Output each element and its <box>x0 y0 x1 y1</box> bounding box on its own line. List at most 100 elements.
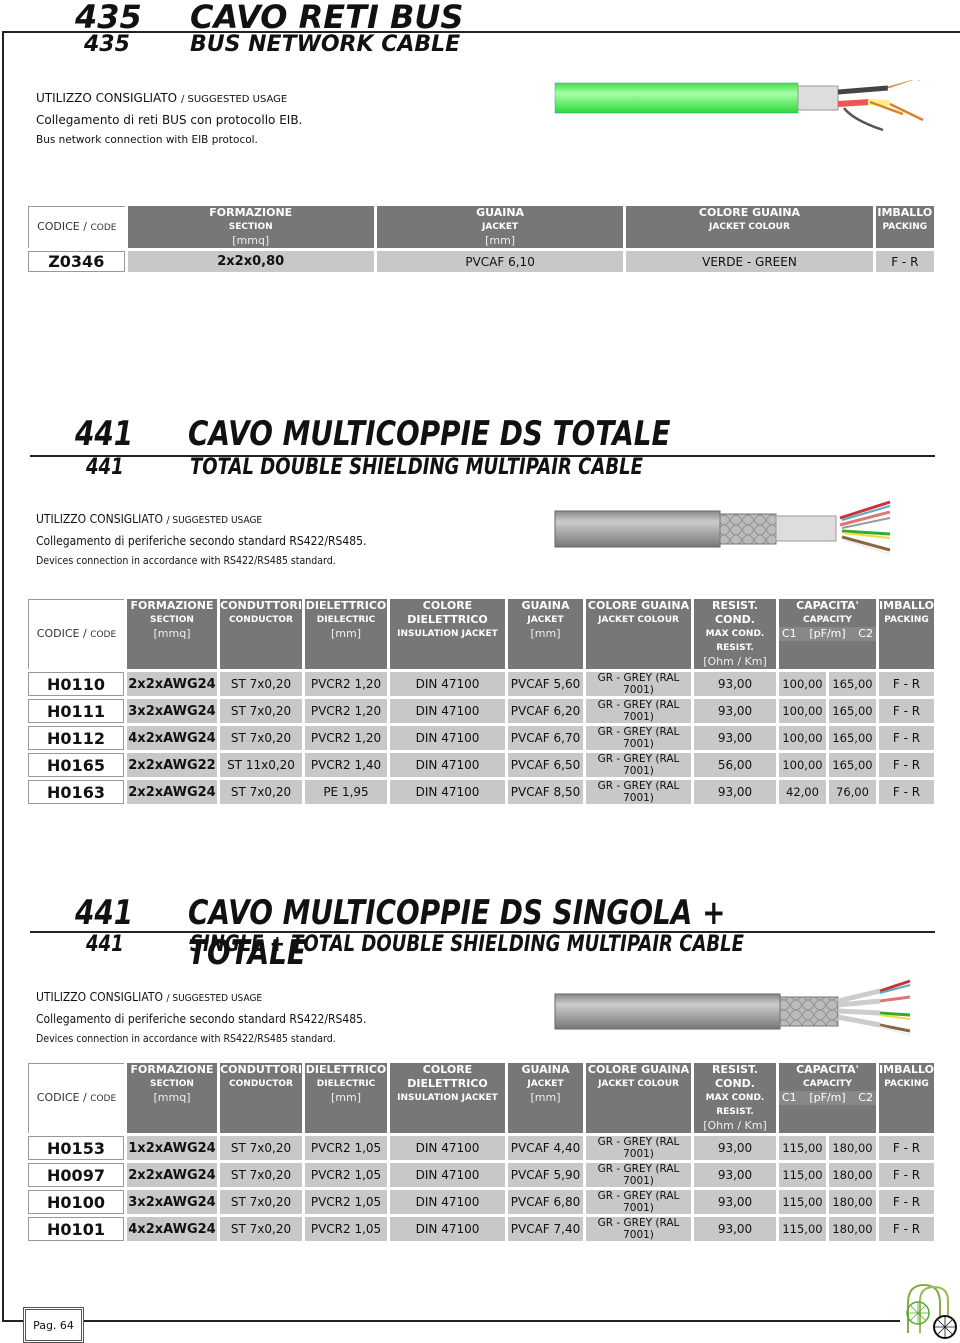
cell-jacket: PVCAF 5,60 <box>508 672 583 696</box>
cell-dielectric: PVCR2 1,20 <box>305 699 387 723</box>
cell-jacket: PVCAF 6,50 <box>508 753 583 777</box>
table-row: Z0346 2x2x0,80 PVCAF 6,10 VERDE - GREEN … <box>28 251 934 272</box>
cell-section: 2x2xAWG24 <box>127 780 217 804</box>
header-packing: IMBALLO PACKING <box>875 206 934 248</box>
usage-label-en: / SUGGESTED USAGE <box>166 993 263 1004</box>
cell-packing: F - R <box>879 1163 934 1187</box>
cell-dielectric: PVCR2 1,05 <box>305 1163 387 1187</box>
cell-insulation: DIN 47100 <box>390 780 505 804</box>
cell-packing: F - R <box>879 1190 934 1214</box>
cell-jacket-colour: GR - GREY (RAL 7001) <box>586 1190 691 1214</box>
cell-jacket: PVCAF 8,50 <box>508 780 583 804</box>
page-frame-left <box>2 31 4 1320</box>
cell-resistance: 93,00 <box>694 1190 776 1214</box>
cell-jacket-colour: GR - GREY (RAL 7001) <box>586 780 691 804</box>
company-logo-icon <box>906 1283 957 1339</box>
cell-packing: F - R <box>879 780 934 804</box>
section-435-title-en: BUS NETWORK CABLE <box>190 32 461 57</box>
header-capacity: CAPACITA' CAPACITY C1 [pF/m] C2 <box>779 1063 876 1133</box>
header-jacket-colour: COLORE GUAINA JACKET COLOUR <box>586 599 691 669</box>
cell-conductor: ST 7x0,20 <box>220 1190 302 1214</box>
table-row: H0101 4x2xAWG24 ST 7x0,20 PVCR2 1,05 DIN 471… <box>28 1217 934 1241</box>
cell-packing: F - R <box>879 753 934 777</box>
header-conductor: CONDUTTORI CONDUCTOR <box>220 1063 302 1133</box>
cell-capacity-c1: 115,00 <box>779 1217 826 1241</box>
cell-section: 2x2x0,80 <box>127 251 374 272</box>
header-jacket: GUAINA JACKET [mm] <box>508 599 583 669</box>
product-code: H0110 <box>28 672 124 696</box>
cell-dielectric: PVCR2 1,05 <box>305 1136 387 1160</box>
header-insulation: COLORE DIELETTRICO INSULATION JACKET <box>390 1063 505 1133</box>
cell-section: 3x2xAWG24 <box>127 1190 217 1214</box>
section-441a-table: CODICE / CODE FORMAZIONE SECTION [mmq] CON… <box>25 596 937 807</box>
cell-conductor: ST 7x0,20 <box>220 1217 302 1241</box>
cell-insulation: DIN 47100 <box>390 753 505 777</box>
product-code: Z0346 <box>28 251 125 272</box>
cell-capacity-c2: 180,00 <box>828 1136 876 1160</box>
table-row: H0163 2x2xAWG24 ST 7x0,20 PE 1,95 DIN 47100 P… <box>28 780 934 804</box>
header-resistance: RESIST. COND. MAX COND. RESIST. [Ohm / Km] <box>694 1063 776 1133</box>
section-441b-title-en: SINGLE + TOTAL DOUBLE SHIELDING MULTIPAI… <box>190 932 744 957</box>
usage-label-it: UTILIZZO CONSIGLIATO <box>36 91 178 105</box>
cell-insulation: DIN 47100 <box>390 726 505 750</box>
cell-capacity-c2: 165,00 <box>828 726 876 750</box>
header-dielectric: DIELETTRICO DIELECTRIC [mm] <box>305 1063 387 1133</box>
cell-jacket: PVCAF 6,10 <box>376 251 624 272</box>
cell-jacket: PVCAF 6,70 <box>508 726 583 750</box>
cell-packing: F - R <box>879 726 934 750</box>
cell-resistance: 93,00 <box>694 1217 776 1241</box>
cell-jacket: PVCAF 6,20 <box>508 699 583 723</box>
cell-colour: VERDE - GREEN <box>626 251 873 272</box>
header-packing: IMBALLO PACKING <box>879 599 934 669</box>
green-bus-cable-icon <box>554 80 924 132</box>
usage-label-en: / SUGGESTED USAGE <box>166 515 263 526</box>
page-number: Pag. 64 <box>23 1307 84 1343</box>
header-jacket-colour: COLORE GUAINA JACKET COLOUR <box>626 206 873 248</box>
product-code: H0097 <box>28 1163 124 1187</box>
cell-packing: F - R <box>879 1217 934 1241</box>
cell-conductor: ST 7x0,20 <box>220 672 302 696</box>
table-row: H0110 2x2xAWG24 ST 7x0,20 PVCR2 1,20 DIN 471… <box>28 672 934 696</box>
product-code: H0153 <box>28 1136 124 1160</box>
cell-resistance: 56,00 <box>694 753 776 777</box>
cell-capacity-c1: 100,00 <box>779 753 826 777</box>
usage-text-it: Collegamento di periferiche secondo stan… <box>36 1012 367 1026</box>
cell-jacket-colour: GR - GREY (RAL 7001) <box>586 1163 691 1187</box>
usage-text-en: Devices connection in accordance with RS… <box>36 555 336 567</box>
product-code: H0165 <box>28 753 124 777</box>
grey-shielded-multipair-cable-icon <box>554 500 891 555</box>
cell-section: 1x2xAWG24 <box>127 1136 217 1160</box>
usage-label: UTILIZZO CONSIGLIATO / SUGGESTED USAGE <box>36 987 366 1009</box>
cell-capacity-c2: 180,00 <box>828 1163 876 1187</box>
cell-conductor: ST 7x0,20 <box>220 699 302 723</box>
cell-jacket-colour: GR - GREY (RAL 7001) <box>586 699 691 723</box>
cell-jacket-colour: GR - GREY (RAL 7001) <box>586 726 691 750</box>
header-section: FORMAZIONE SECTION [mmq] <box>127 599 217 669</box>
table-row: H0100 3x2xAWG24 ST 7x0,20 PVCR2 1,05 DIN 471… <box>28 1190 934 1214</box>
cell-insulation: DIN 47100 <box>390 1136 505 1160</box>
cell-resistance: 93,00 <box>694 699 776 723</box>
section-441a-number: 441 <box>75 414 134 454</box>
usage-label: UTILIZZO CONSIGLIATO / SUGGESTED USAGE <box>36 88 302 110</box>
cell-dielectric: PVCR2 1,20 <box>305 672 387 696</box>
cell-capacity-c1: 115,00 <box>779 1163 826 1187</box>
cell-packing: F - R <box>879 699 934 723</box>
section-441b-number-en: 441 <box>86 932 124 957</box>
cell-dielectric: PVCR2 1,40 <box>305 753 387 777</box>
cell-jacket: PVCAF 4,40 <box>508 1136 583 1160</box>
cell-packing: F - R <box>875 251 934 272</box>
cell-conductor: ST 7x0,20 <box>220 1136 302 1160</box>
section-441b-usage: UTILIZZO CONSIGLIATO / SUGGESTED USAGE C… <box>36 987 366 1049</box>
cell-jacket: PVCAF 5,90 <box>508 1163 583 1187</box>
section-435-usage: UTILIZZO CONSIGLIATO / SUGGESTED USAGE C… <box>36 88 302 150</box>
header-insulation: COLORE DIELETTRICO INSULATION JACKET <box>390 599 505 669</box>
cell-jacket: PVCAF 6,80 <box>508 1190 583 1214</box>
table-row: H0153 1x2xAWG24 ST 7x0,20 PVCR2 1,05 DIN 471… <box>28 1136 934 1160</box>
cell-capacity-c1: 100,00 <box>779 672 826 696</box>
code-header: CODICE / CODE <box>28 599 124 669</box>
cell-resistance: 93,00 <box>694 1163 776 1187</box>
header-jacket-colour: COLORE GUAINA JACKET COLOUR <box>586 1063 691 1133</box>
page-frame-top <box>2 31 960 33</box>
usage-text-en: Bus network connection with EIB protocol… <box>36 134 258 146</box>
cell-jacket-colour: GR - GREY (RAL 7001) <box>586 1136 691 1160</box>
